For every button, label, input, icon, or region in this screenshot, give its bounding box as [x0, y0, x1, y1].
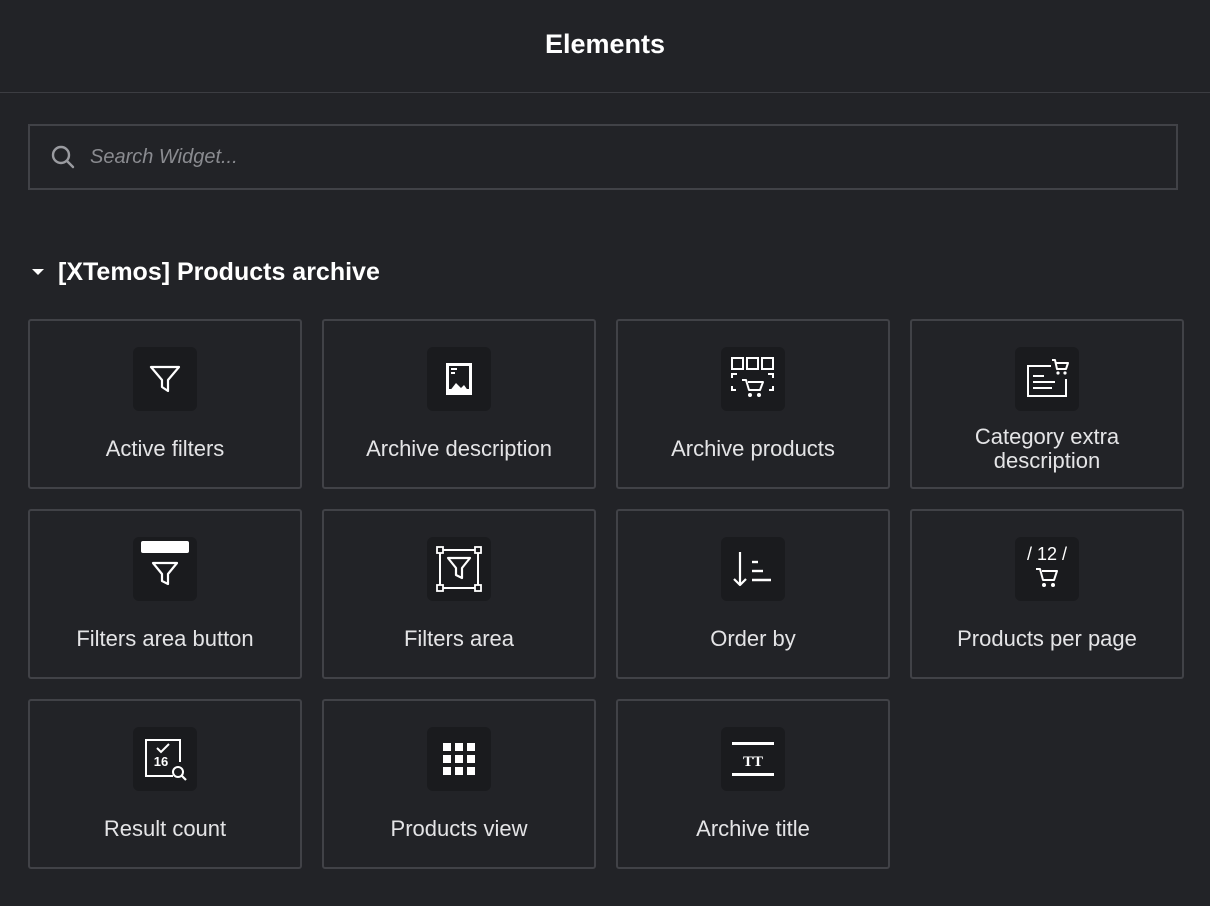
widget-label: Filters area: [403, 626, 515, 651]
per-page-number: / 12 /: [1027, 544, 1067, 564]
widget-category-extra-description[interactable]: Category extra description: [910, 319, 1184, 489]
widget-products-view[interactable]: Products view: [322, 699, 596, 869]
caret-down-icon: [30, 263, 48, 281]
widget-active-filters[interactable]: Active filters: [28, 319, 302, 489]
search-icon: [50, 144, 76, 170]
widget-order-by[interactable]: Order by: [616, 509, 890, 679]
widget-label: Category extra description: [974, 424, 1120, 473]
product-grid-cart-icon: [721, 347, 785, 411]
panel-title: Elements: [544, 28, 666, 59]
sort-order-icon: [721, 537, 785, 601]
result-count-number: 16: [154, 754, 168, 769]
widget-label: Archive title: [696, 816, 810, 841]
widget-label: Archive description: [366, 436, 552, 461]
widget-label: Active filters: [105, 436, 225, 461]
widget-filters-area[interactable]: Filters area: [322, 509, 596, 679]
widget-label: Archive products: [671, 436, 835, 461]
products-per-page-icon: / 12 /: [1015, 537, 1079, 601]
widget-archive-title[interactable]: TT Archive title: [616, 699, 890, 869]
search-input[interactable]: [90, 137, 1090, 177]
widget-label: Products view: [390, 816, 528, 841]
widget-grid: Active filters Archive description Archi…: [28, 319, 1184, 869]
widget-label: Result count: [103, 816, 227, 841]
widget-label: Products per page: [957, 626, 1137, 651]
category-title: [XTemos] Products archive: [58, 257, 380, 286]
widget-label: Order by: [710, 626, 796, 651]
widget-label: Filters area button: [76, 626, 254, 651]
widget-filters-area-button[interactable]: Filters area button: [28, 509, 302, 679]
widget-result-count[interactable]: 16 Result count: [28, 699, 302, 869]
panel-header: Elements: [0, 0, 1210, 93]
filter-button-icon: [133, 537, 197, 601]
result-count-icon: 16: [133, 727, 197, 791]
widget-products-per-page[interactable]: / 12 / Products per page: [910, 509, 1184, 679]
widget-archive-products[interactable]: Archive products: [616, 319, 890, 489]
archive-description-icon: [427, 347, 491, 411]
archive-title-icon: TT: [721, 727, 785, 791]
category-toggle[interactable]: [XTemos] Products archive: [30, 252, 380, 292]
category-description-cart-icon: [1015, 347, 1079, 411]
widget-archive-description[interactable]: Archive description: [322, 319, 596, 489]
filters-area-icon: [427, 537, 491, 601]
grid-view-icon: [427, 727, 491, 791]
search-box[interactable]: [28, 124, 1178, 190]
funnel-icon: [133, 347, 197, 411]
title-glyph: TT: [743, 754, 763, 770]
